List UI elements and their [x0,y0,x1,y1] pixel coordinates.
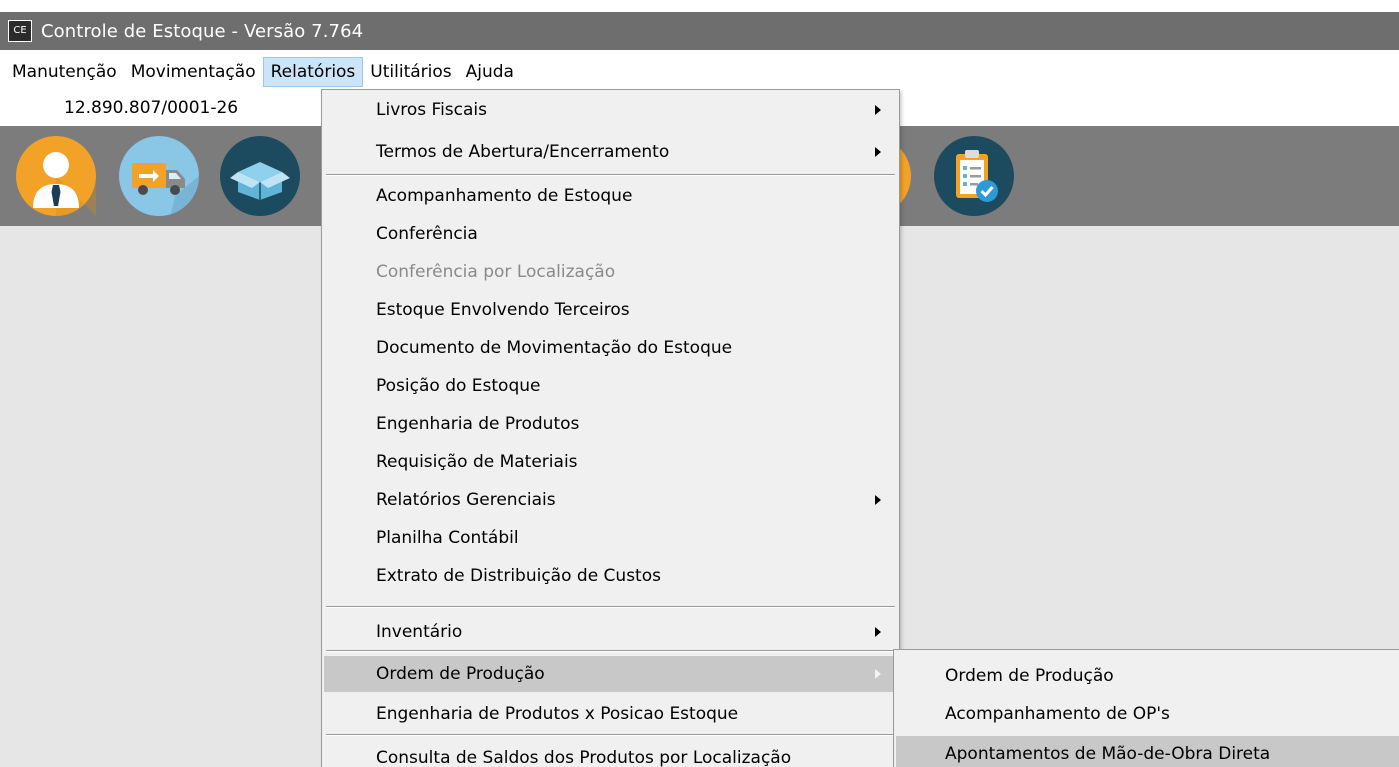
box-icon[interactable] [220,136,300,216]
menu-item-conferencia[interactable]: Conferência [324,216,897,252]
app-icon: CE [8,20,32,42]
menu-separator [326,650,895,652]
menu-ajuda[interactable]: Ajuda [459,57,521,87]
menu-movimentacao[interactable]: Movimentação [124,57,263,87]
menu-item-ordem-producao[interactable]: Ordem de Produção [324,656,897,692]
menu-relatorios[interactable]: Relatórios [262,57,364,87]
submenu-arrow-icon [875,147,881,157]
menu-item-documento-movimentacao[interactable]: Documento de Movimentação do Estoque [324,330,897,366]
submenu-item-apontamentos-mao-obra[interactable]: Apontamentos de Mão-de-Obra Direta [896,736,1399,767]
menu-item-extrato-custos[interactable]: Extrato de Distribuição de Custos [324,558,897,594]
menu-item-requisicao-materiais[interactable]: Requisição de Materiais [324,444,897,480]
user-icon[interactable] [16,136,96,216]
submenu-arrow-icon [875,105,881,115]
menu-item-conferencia-localizacao: Conferência por Localização [376,262,616,282]
menu-item-estoque-terceiros[interactable]: Estoque Envolvendo Terceiros [324,292,897,328]
menu-item-planilha-contabil[interactable]: Planilha Contábil [324,520,897,556]
menu-separator [326,734,895,736]
menu-item-acompanhamento-estoque[interactable]: Acompanhamento de Estoque [324,178,897,214]
menu-item-inventario[interactable]: Inventário [324,614,897,650]
menu-item-posicao-estoque[interactable]: Posição do Estoque [324,368,897,404]
submenu-arrow-icon [875,627,881,637]
menu-item-livros-fiscais[interactable]: Livros Fiscais [324,92,897,128]
delivery-truck-icon[interactable] [119,136,199,216]
menu-item-termos-abertura[interactable]: Termos de Abertura/Encerramento [324,134,897,170]
clipboard-check-icon[interactable] [934,136,1014,216]
ordem-producao-submenu: Ordem de Produção Acompanhamento de OP's… [893,649,1399,767]
submenu-arrow-icon [875,495,881,505]
title-bar: CE Controle de Estoque - Versão 7.764 [0,12,1399,50]
submenu-item-ordem-producao[interactable]: Ordem de Produção [896,658,1399,694]
menu-item-consulta-saldos[interactable]: Consulta de Saldos dos Produtos por Loca… [324,740,897,767]
menu-utilitarios[interactable]: Utilitários [363,57,458,87]
submenu-item-acompanhamento-ops[interactable]: Acompanhamento de OP's [896,696,1399,732]
window-title: Controle de Estoque - Versão 7.764 [41,20,364,42]
submenu-arrow-icon [875,669,881,679]
menu-manutencao[interactable]: Manutenção [0,57,124,87]
menu-item-relatorios-gerenciais[interactable]: Relatórios Gerenciais [324,482,897,518]
menu-separator [326,606,895,608]
menu-item-engenharia-posicao[interactable]: Engenharia de Produtos x Posicao Estoque [324,696,897,732]
menu-bar: Manutenção Movimentação Relatórios Utili… [0,55,1399,89]
menu-separator [326,174,895,176]
relatorios-dropdown: Livros Fiscais Termos de Abertura/Encerr… [321,89,900,767]
menu-item-engenharia-produtos[interactable]: Engenharia de Produtos [324,406,897,442]
